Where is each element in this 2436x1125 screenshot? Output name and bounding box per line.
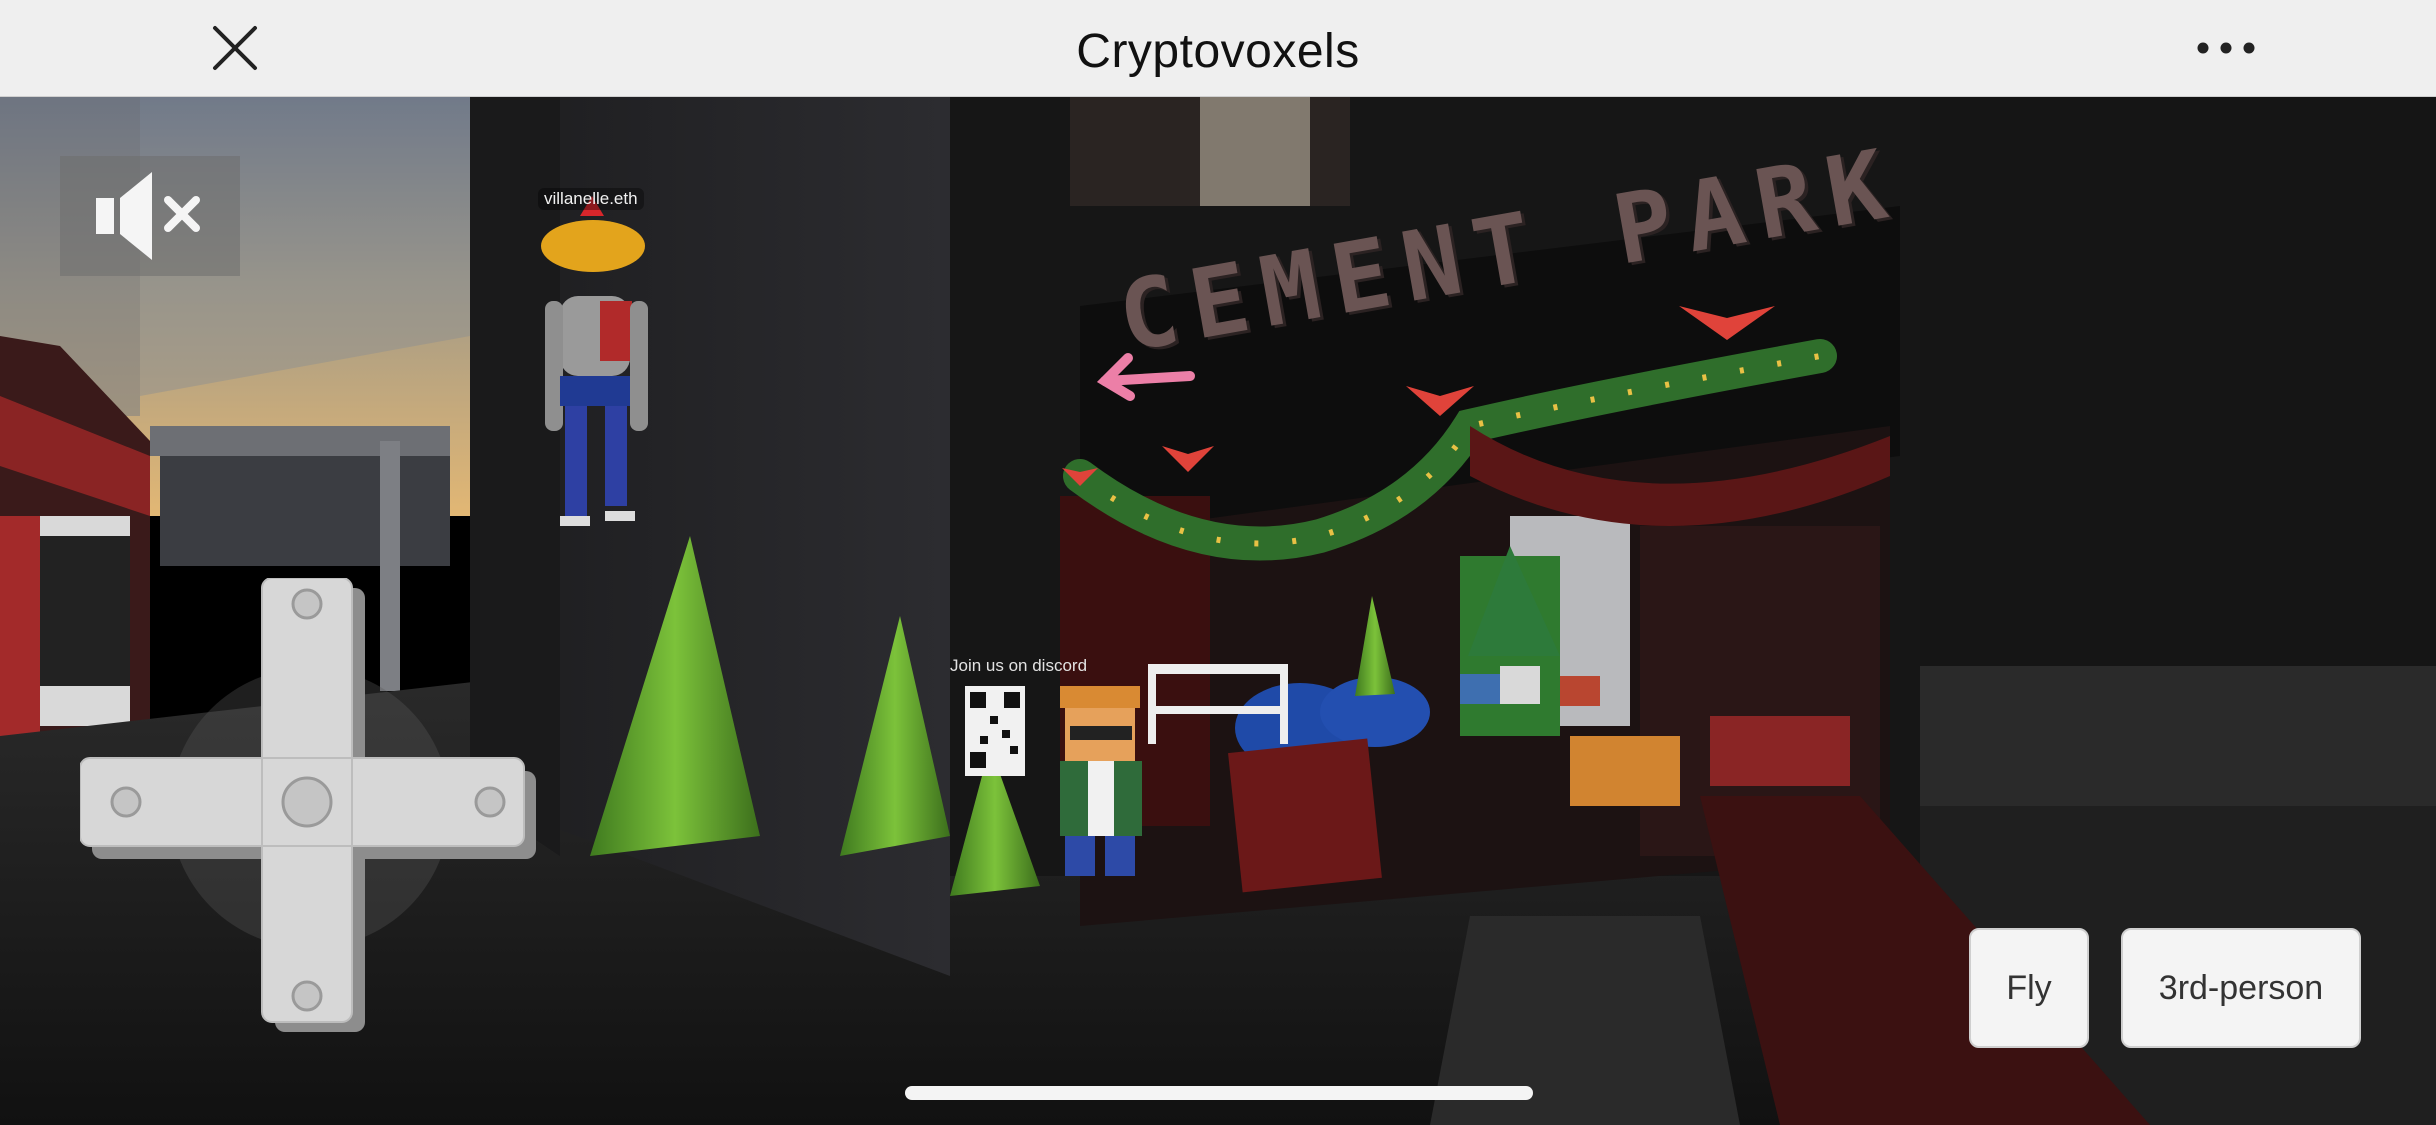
dpad-icon (79, 577, 536, 1032)
home-indicator[interactable] (905, 1086, 1533, 1100)
avatar-name-tag: villanelle.eth (538, 188, 644, 210)
more-horizontal-icon (2197, 42, 2255, 54)
third-person-button[interactable]: 3rd-person (2121, 928, 2361, 1048)
page-title: Cryptovoxels (1076, 25, 1360, 78)
fly-button[interactable]: Fly (1969, 928, 2089, 1048)
discord-sign-text: Join us on discord (950, 656, 1088, 675)
more-options-button[interactable] (2176, 14, 2276, 82)
movement-dpad[interactable] (79, 577, 550, 1048)
speaker-muted-icon (96, 172, 200, 260)
app-window: Cryptovoxels villanelle.eth Join us on d… (0, 0, 2436, 1125)
navigation-bar: Cryptovoxels (0, 0, 2436, 97)
mute-button[interactable] (60, 156, 240, 276)
